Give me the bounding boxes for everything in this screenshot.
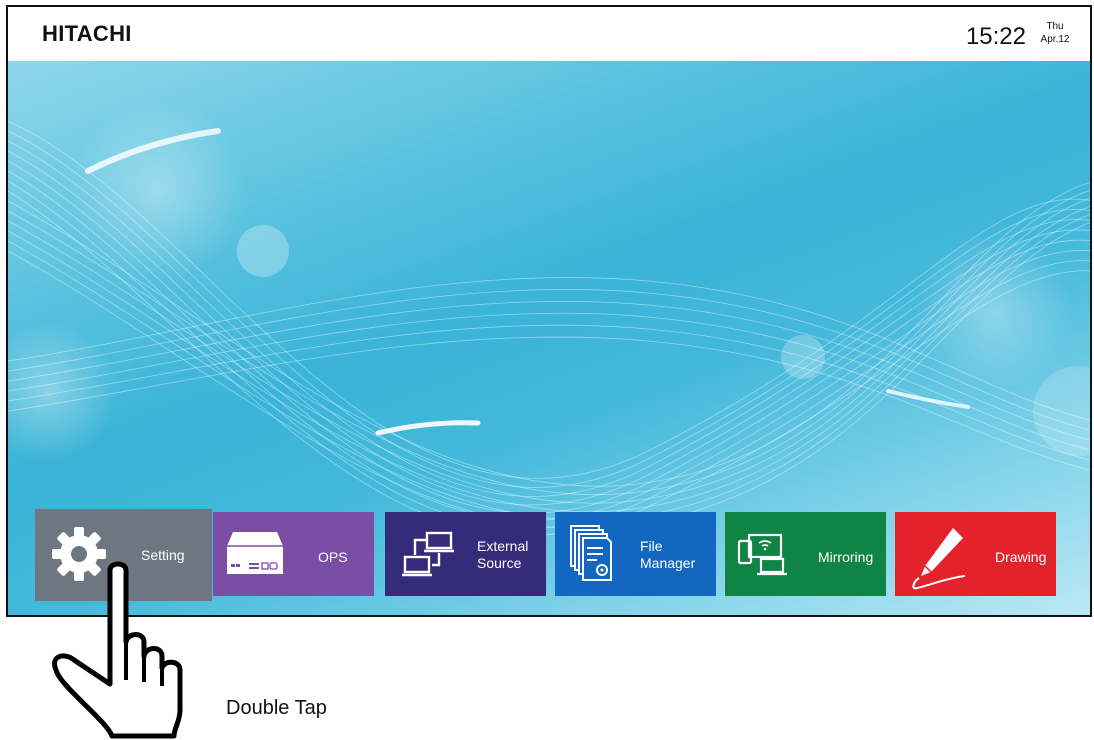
file-manager-label-line2: Manager — [640, 555, 696, 571]
clock-day: Thu — [1046, 21, 1064, 32]
clock-date: Thu Apr.12 — [1034, 20, 1076, 46]
external-source-icon — [402, 531, 454, 577]
file-manager-tile[interactable]: File Manager — [555, 512, 716, 596]
drawing-label: Drawing — [995, 549, 1047, 565]
mirroring-tile[interactable]: Mirroring — [725, 512, 886, 596]
file-manager-icon — [570, 525, 612, 581]
status-bar: HITACHI 15:22 Thu Apr.12 — [8, 7, 1090, 61]
external-source-label-line2: Source — [477, 555, 522, 571]
ops-tile[interactable]: OPS — [213, 512, 374, 596]
clock-month-day: Apr.12 — [1040, 34, 1070, 45]
file-manager-label: File Manager — [640, 538, 695, 572]
hand-pointer-icon — [52, 561, 183, 739]
mirroring-icon — [737, 533, 787, 576]
pen-icon — [912, 528, 966, 590]
file-manager-label-line1: File — [640, 538, 663, 554]
display-screen: HITACHI 15:22 Thu Apr.12 Setting OPS Ext… — [6, 5, 1092, 617]
clock-time: 15:22 — [965, 23, 1026, 50]
gesture-caption: Double Tap — [226, 697, 327, 719]
ops-label: OPS — [318, 549, 348, 565]
ops-device-icon — [227, 532, 283, 574]
home-wallpaper: Setting OPS External Source File Manager… — [8, 61, 1090, 615]
external-source-label-line1: External — [477, 538, 529, 554]
external-source-tile[interactable]: External Source — [385, 512, 546, 596]
external-source-label: External Source — [477, 538, 528, 572]
drawing-tile[interactable]: Drawing — [895, 512, 1056, 596]
brand-logo: HITACHI — [42, 21, 132, 46]
mirroring-label: Mirroring — [818, 549, 874, 565]
